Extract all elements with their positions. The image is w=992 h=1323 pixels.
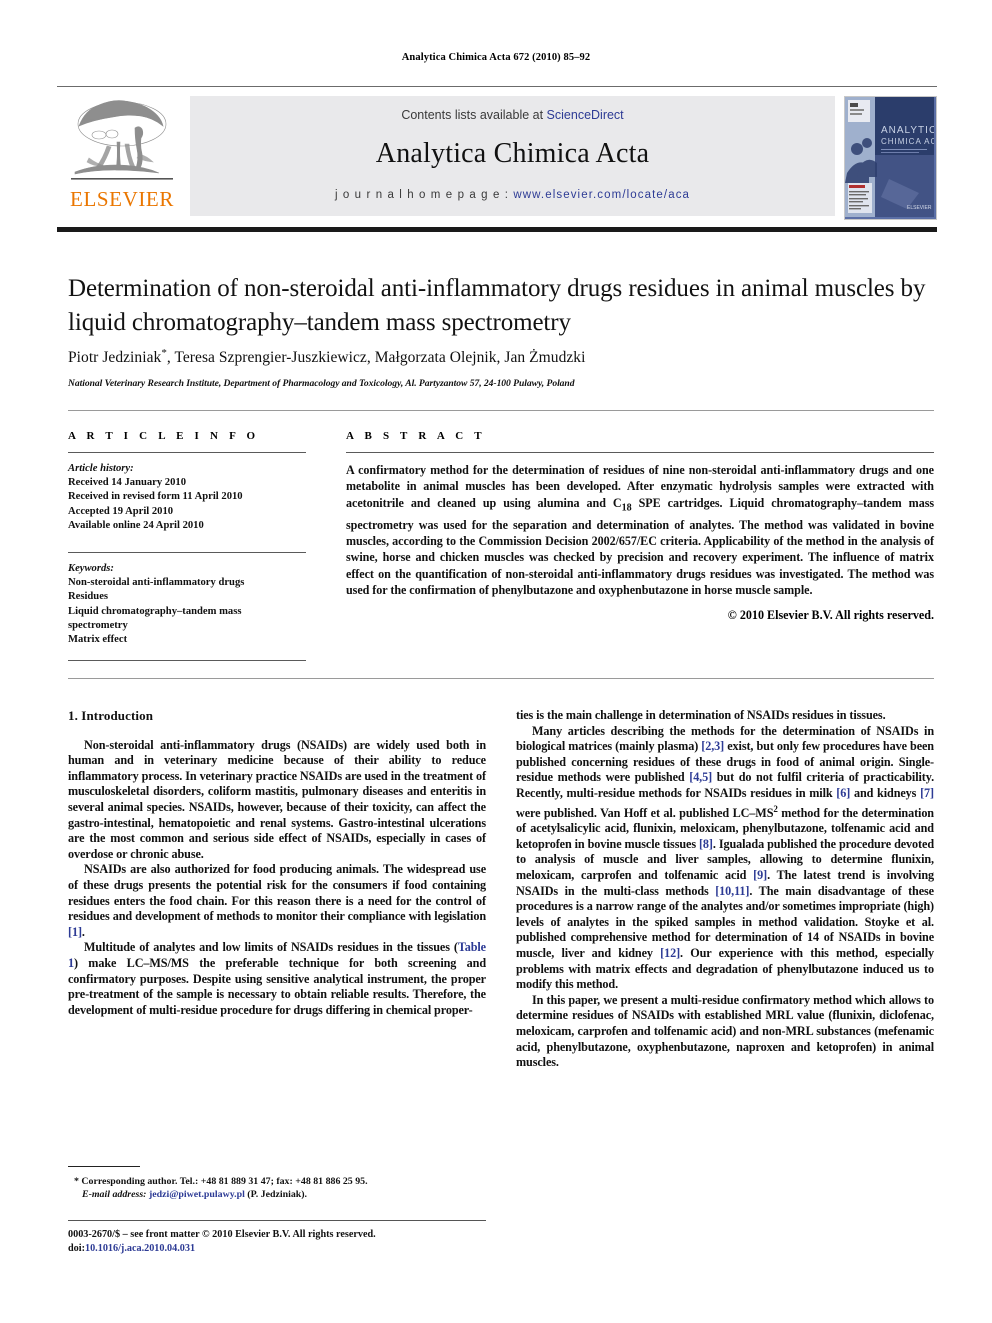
paragraph: Many articles describing the methods for… — [516, 723, 935, 992]
article-history-block: Article history: Received 14 January 201… — [68, 462, 306, 533]
masthead-bottom-bar — [57, 227, 937, 232]
doi-link[interactable]: 10.1016/j.aca.2010.04.031 — [85, 1243, 195, 1254]
keyword-item: Residues — [68, 591, 109, 603]
sciencedirect-link[interactable]: ScienceDirect — [547, 108, 624, 122]
journal-cover-thumbnail[interactable]: ANALYTICA CHIMICA ACTA — [844, 96, 937, 220]
paragraph: ties is the main challenge in determinat… — [516, 708, 886, 722]
info-frame-bottom-rule — [68, 678, 934, 679]
article-page: Analytica Chimica Acta 672 (2010) 85–92 — [0, 0, 992, 1323]
contents-available-line: Contents lists available at ScienceDirec… — [190, 108, 835, 122]
abstract-heading: A B S T R A C T — [346, 430, 486, 442]
elsevier-logo[interactable]: ELSEVIER — [57, 96, 187, 222]
doi-line: doi:10.1016/j.aca.2010.04.031 — [68, 1242, 498, 1256]
abstract-column: A B S T R A C T A confirmatory method fo… — [346, 430, 934, 623]
copyright-line: © 2010 Elsevier B.V. All rights reserved… — [727, 607, 934, 622]
footnote-block: * Corresponding author. Tel.: +48 81 889… — [68, 1175, 486, 1202]
history-item: Received in revised form 11 April 2010 — [68, 491, 243, 503]
elsevier-tree-icon — [71, 100, 173, 180]
keywords-block: Keywords: Non-steroidal anti-inflammator… — [68, 562, 306, 647]
article-info-bottom-rule — [68, 660, 306, 661]
affiliation: National Veterinary Research Institute, … — [68, 378, 575, 389]
homepage-label: j o u r n a l h o m e p a g e : — [334, 189, 510, 201]
doi-label: doi: — [68, 1242, 85, 1254]
history-item: Accepted 19 April 2010 — [68, 505, 174, 517]
paragraph: Multitude of analytes and low limits of … — [68, 940, 486, 1017]
svg-text:ELSEVIER: ELSEVIER — [907, 205, 932, 211]
info-frame-top-rule — [68, 410, 934, 411]
article-info-heading: A R T I C L E I N F O — [68, 430, 260, 442]
header-divider — [57, 86, 937, 87]
keyword-item: Matrix effect — [68, 634, 128, 646]
svg-text:ANALYTICA: ANALYTICA — [881, 125, 934, 136]
corresponding-author-note: * Corresponding author. Tel.: +48 81 889… — [74, 1176, 368, 1187]
journal-masthead: ELSEVIER Contents lists available at Sci… — [57, 96, 937, 222]
journal-homepage-line: j o u r n a l h o m e p a g e : www.else… — [190, 189, 835, 201]
paragraph: In this paper, we present a multi-residu… — [516, 992, 934, 1070]
imprint-rule — [68, 1220, 486, 1221]
body-column-right: ties is the main challenge in determinat… — [516, 708, 934, 1071]
journal-title: Analytica Chimica Acta — [375, 138, 650, 169]
article-info-divider — [68, 452, 306, 453]
keyword-item: Non-steroidal anti-inflammatory drugs — [68, 577, 245, 589]
cover-art-icon: ANALYTICA CHIMICA ACTA — [845, 97, 936, 217]
email-link[interactable]: jedzi@piwet.pulawy.pl — [149, 1189, 245, 1200]
email-label: E-mail address: — [82, 1189, 147, 1201]
homepage-url-link[interactable]: www.elsevier.com/locate/aca — [513, 189, 690, 201]
keyword-item: Liquid chromatography–tandem mass — [68, 605, 242, 617]
history-item: Available online 24 April 2010 — [68, 519, 204, 531]
keywords-label: Keywords: — [68, 563, 114, 575]
section-heading-introduction: 1. Introduction — [68, 708, 154, 723]
paragraph: Non-steroidal anti-inflammatory drugs (N… — [68, 737, 486, 861]
article-history-label: Article history: — [68, 463, 134, 474]
author-list: Piotr Jedziniak*, Teresa Szprengier-Jusz… — [68, 347, 934, 367]
article-info-column: A R T I C L E I N F O Article history: R… — [68, 430, 306, 647]
contents-prefix: Contents lists available at — [401, 108, 547, 122]
history-item: Received 14 January 2010 — [68, 477, 186, 489]
page-title: Determination of non-steroidal anti-infl… — [68, 275, 926, 336]
email-note: E-mail address: jedzi@piwet.pulawy.pl (P… — [68, 1188, 486, 1201]
keywords-divider — [68, 552, 306, 554]
imprint-block: 0003-2670/$ – see front matter © 2010 El… — [68, 1228, 498, 1255]
svg-text:CHIMICA ACTA: CHIMICA ACTA — [881, 137, 934, 146]
abstract-divider — [346, 452, 934, 453]
footnote-rule — [68, 1166, 140, 1167]
email-owner: (P. Jedziniak). — [247, 1189, 308, 1201]
elsevier-wordmark: ELSEVIER — [70, 187, 174, 211]
body-column-left: 1. Introduction Non-steroidal anti-infla… — [68, 708, 486, 1018]
keyword-item: spectrometry — [68, 619, 128, 631]
paragraph: NSAIDs are also authorized for food prod… — [68, 862, 486, 939]
abstract-text: A confirmatory method for the determinat… — [346, 463, 935, 598]
issn-line: 0003-2670/$ – see front matter © 2010 El… — [68, 1229, 376, 1240]
masthead-band: Contents lists available at ScienceDirec… — [190, 96, 835, 216]
author-names: Piotr Jedziniak*, Teresa Szprengier-Jusz… — [68, 347, 586, 367]
running-head: Analytica Chimica Acta 672 (2010) 85–92 — [401, 52, 591, 63]
